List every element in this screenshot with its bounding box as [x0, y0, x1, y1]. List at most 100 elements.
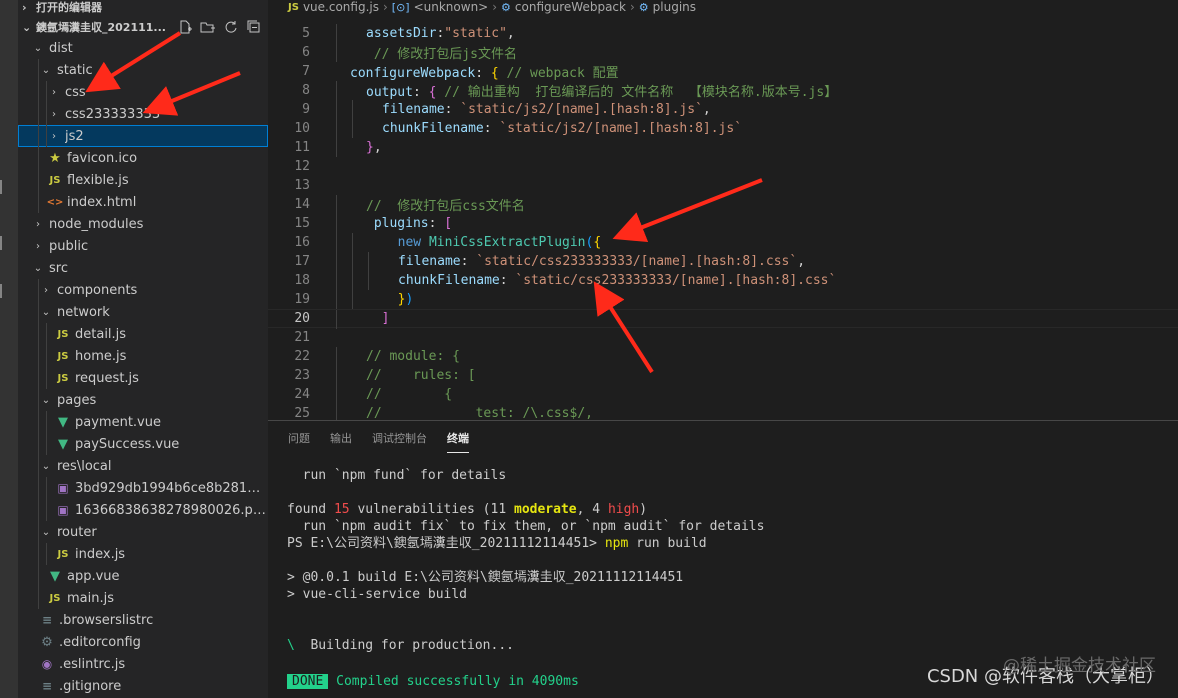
code-line[interactable]: 7 configureWebpack: { // webpack 配置	[268, 62, 1178, 81]
code-line[interactable]: 13	[268, 176, 1178, 195]
code-line[interactable]: 25 // test: /\.css$/,	[268, 404, 1178, 420]
code-line[interactable]: 17 filename: `static/css233333333/[name].…	[268, 252, 1178, 271]
explorer-item-3bd929db1994b6ce8b28182db0[interactable]: ▣ 3bd929db1994b6ce8b28182db0...	[18, 477, 268, 499]
explorer-item-flexible-js[interactable]: JS flexible.js	[18, 169, 268, 191]
code-line[interactable]: 11},	[268, 138, 1178, 157]
explorer-item-js2[interactable]: › js2	[18, 125, 268, 147]
explorer-item-index-html[interactable]: <> index.html	[18, 191, 268, 213]
code-line[interactable]: 16 new MiniCssExtractPlugin({	[268, 233, 1178, 252]
explorer-item-res-local[interactable]: ⌄ res\local	[18, 455, 268, 477]
open-editors-section[interactable]: › 打开的编辑器	[18, 0, 268, 15]
code-token: // rules: [	[366, 368, 476, 383]
indent-guide	[38, 59, 39, 81]
explorer-item-detail-js[interactable]: JS detail.js	[18, 323, 268, 345]
indent-guide	[336, 271, 337, 290]
breadcrumb-file[interactable]: vue.config.js	[303, 0, 379, 14]
breadcrumb-plugins[interactable]: plugins	[653, 0, 696, 14]
code-line[interactable]: 12	[268, 157, 1178, 176]
code-line[interactable]: 20 ]	[268, 309, 1178, 329]
code-line[interactable]: 14 // 修改打包后css文件名	[268, 195, 1178, 214]
explorer-item-1636683863827898002-6-png[interactable]: ▣ 1636683863827898002​6.png	[18, 499, 268, 521]
code-line[interactable]: 15 plugins: [	[268, 214, 1178, 233]
explorer-item-eslintrc-js[interactable]: ◉ .eslintrc.js	[18, 653, 268, 675]
explorer-item-payment-vue[interactable]: ▼ payment.vue	[18, 411, 268, 433]
new-file-icon[interactable]	[176, 19, 193, 35]
terminal-line: run `npm audit fix` to fix them, or `npm…	[287, 519, 765, 534]
indent-guide	[46, 323, 47, 345]
tab-terminal[interactable]: 终端	[447, 424, 469, 453]
explorer-item-gitignore[interactable]: ≡ .gitignore	[18, 675, 268, 697]
code-line[interactable]: 22 // module: {	[268, 347, 1178, 366]
explorer-item-favicon-ico[interactable]: ★ favicon.ico	[18, 147, 268, 169]
explorer-item-css233333333[interactable]: › css233333333	[18, 103, 268, 125]
chevron-down-icon: ⌄	[33, 42, 43, 54]
remote-icon[interactable]	[0, 236, 10, 250]
extensions-icon[interactable]	[0, 180, 10, 194]
explorer-item-label: detail.js	[75, 326, 127, 342]
code-token: :	[428, 216, 445, 231]
collapse-all-icon[interactable]	[245, 19, 262, 35]
explorer-item-home-js[interactable]: JS home.js	[18, 345, 268, 367]
code-line[interactable]: 24 // {	[268, 385, 1178, 404]
explorer-item-router[interactable]: ⌄ router	[18, 521, 268, 543]
panel-tabs: 问题 输出 调试控制台 终端	[268, 421, 1178, 455]
tab-problems[interactable]: 问题	[288, 424, 310, 452]
tab-debug-console[interactable]: 调试控制台	[372, 424, 427, 452]
explorer-item-browserslistrc[interactable]: ≡ .browserslistrc	[18, 609, 268, 631]
explorer-item-static[interactable]: ⌄ static	[18, 59, 268, 81]
tab-output[interactable]: 输出	[330, 424, 352, 452]
text-file-icon: ≡	[41, 613, 53, 627]
indent-guide	[38, 543, 39, 565]
explorer-item-main-js[interactable]: JS main.js	[18, 587, 268, 609]
editor-area[interactable]: JS vue.config.js › [⊙] <unknown> › ⚙ con…	[268, 0, 1178, 420]
code-token: :	[412, 85, 429, 100]
explorer-item-components[interactable]: › components	[18, 279, 268, 301]
explorer-item-editorconfig[interactable]: ⚙ .editorconfig	[18, 631, 268, 653]
chevron-down-icon: ⌄	[41, 306, 51, 318]
explorer-item-network[interactable]: ⌄ network	[18, 301, 268, 323]
code-content: // rules: [	[366, 368, 476, 383]
config-file-icon: ⚙	[41, 634, 53, 650]
code-token: `static/js2/[name].[hash:8].js`	[499, 121, 743, 136]
activity-bar	[0, 0, 18, 698]
breadcrumb-configurewebpack[interactable]: configureWebpack	[515, 0, 626, 14]
js-file-icon: JS	[57, 350, 69, 362]
indent-guide	[46, 125, 47, 147]
code-line[interactable]: 19 })	[268, 290, 1178, 309]
explorer-item-node-modules[interactable]: › node_modules	[18, 213, 268, 235]
code-line[interactable]: 8 output: { // 输出重构 打包编译后的 文件名称 【模块名称.版本号…	[268, 81, 1178, 100]
code-line[interactable]: 5 assetsDir:"static",	[268, 24, 1178, 43]
explorer-item-index-js[interactable]: JS index.js	[18, 543, 268, 565]
indent-guide	[46, 411, 47, 433]
code-line[interactable]: 10 chunkFilename: `static/js2/[name].[has…	[268, 119, 1178, 138]
explorer-item-src[interactable]: ⌄ src	[18, 257, 268, 279]
breadcrumb-unknown[interactable]: <unknown>	[414, 0, 489, 14]
refresh-icon[interactable]	[222, 19, 239, 35]
code-line[interactable]: 21	[268, 328, 1178, 347]
explorer-item-css[interactable]: › css	[18, 81, 268, 103]
terminal-text: found	[287, 502, 334, 517]
code-editor[interactable]: 5 assetsDir:"static", 6 // 修改打包后js文件名 7 conf…	[268, 24, 1178, 420]
explorer-item-label: components	[57, 282, 138, 298]
code-line[interactable]: 18 chunkFilename: `static/css233333333/[n…	[268, 271, 1178, 290]
terminal-args: run build	[628, 536, 707, 551]
code-token: `static/js2/[name].[hash:8].js`	[460, 102, 703, 117]
indent-guide	[352, 271, 353, 290]
explorer-item-request-js[interactable]: JS request.js	[18, 367, 268, 389]
explorer-item-app-vue[interactable]: ▼ app.vue	[18, 565, 268, 587]
new-folder-icon[interactable]	[199, 19, 216, 35]
indent-guide	[38, 103, 39, 125]
explorer-item-paysuccess-vue[interactable]: ▼ paySuccess.vue	[18, 433, 268, 455]
accounts-icon[interactable]	[0, 284, 10, 298]
explorer-item-public[interactable]: › public	[18, 235, 268, 257]
explorer-item-dist[interactable]: ⌄ dist	[18, 37, 268, 59]
indent-guide	[352, 100, 353, 119]
explorer-item-pages[interactable]: ⌄ pages	[18, 389, 268, 411]
code-line[interactable]: 23 // rules: [	[268, 366, 1178, 385]
code-token: // 输出重构 打包编译后的 文件名称 【模块名称.版本号.js】	[436, 85, 838, 100]
chevron-right-icon: ›	[52, 108, 56, 120]
code-token: {	[593, 235, 602, 250]
code-line[interactable]: 6 // 修改打包后js文件名	[268, 43, 1178, 62]
code-line[interactable]: 9 filename: `static/js2/[name].[hash:8].j…	[268, 100, 1178, 119]
